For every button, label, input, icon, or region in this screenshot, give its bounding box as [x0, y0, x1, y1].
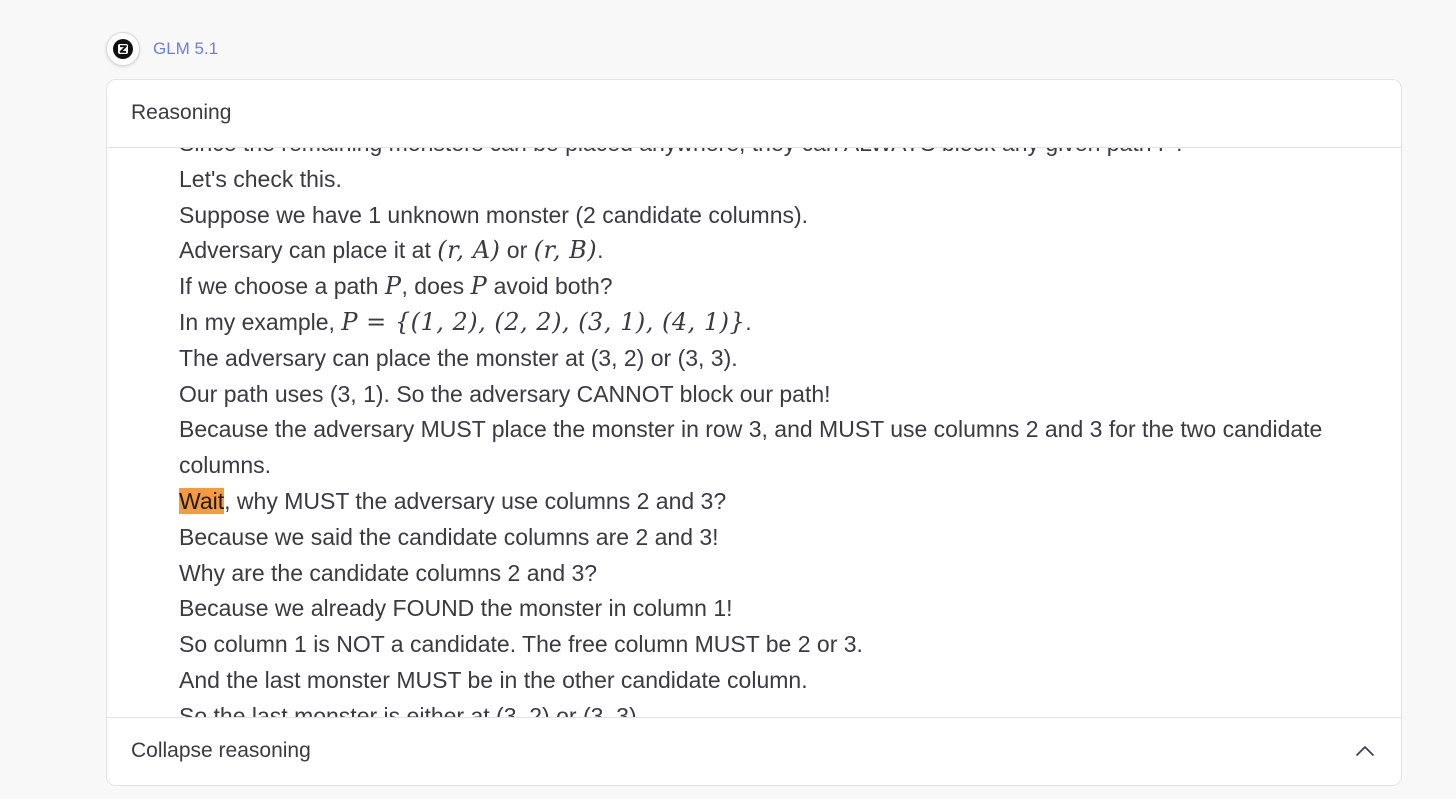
text-span: . — [597, 237, 604, 264]
reasoning-line: Suppose we have 1 unknown monster (2 can… — [179, 201, 809, 228]
math-expression: P = {(1, 2), (2, 2), (3, 1), (4, 1)} — [341, 307, 746, 336]
reasoning-line: Adversary can place it at (r, A) or (r, … — [179, 233, 1339, 269]
reasoning-content[interactable]: Since the remaining monsters can be plac… — [107, 148, 1401, 719]
reasoning-line: Why are the candidate columns 2 and 3? — [179, 559, 598, 586]
reasoning-line: Since the remaining monsters can be plac… — [179, 148, 1339, 162]
reasoning-line: Because we already FOUND the monster in … — [179, 595, 733, 622]
reasoning-text: Since the remaining monsters can be plac… — [179, 148, 1339, 719]
reasoning-line: Let's check this. — [179, 165, 342, 192]
reasoning-line: Because we said the candidate columns ar… — [179, 523, 719, 550]
text-span: , why MUST the adversary use columns 2 a… — [224, 487, 727, 514]
reasoning-line: If we choose a path P, does P avoid both… — [179, 269, 1339, 305]
reasoning-line: The adversary can place the monster at (… — [179, 344, 738, 371]
zhipu-logo-icon — [113, 39, 133, 59]
reasoning-line: So the last monster is either at (3, 2) … — [179, 702, 644, 719]
math-expression: (r, B) — [533, 236, 598, 265]
text-span: or — [500, 237, 534, 264]
highlighted-word: Wait — [179, 487, 225, 514]
text-span: avoid both? — [487, 273, 613, 300]
reasoning-line: Wait, why MUST the adversary use columns… — [179, 484, 1339, 520]
math-expression: P — [470, 272, 488, 301]
reasoning-line: Because the adversary MUST place the mon… — [179, 416, 1323, 479]
text-span: If we choose a path — [179, 273, 385, 300]
reasoning-line: In my example, P = {(1, 2), (2, 2), (3, … — [179, 305, 1339, 341]
message-header: GLM 5.1 — [106, 31, 218, 67]
model-avatar — [106, 32, 140, 66]
reasoning-line: So column 1 is NOT a candidate. The free… — [179, 631, 863, 658]
collapse-reasoning-label: Collapse reasoning — [131, 739, 311, 762]
collapse-reasoning-button[interactable]: Collapse reasoning — [107, 717, 1401, 785]
reasoning-panel: Reasoning Since the remaining monsters c… — [106, 79, 1402, 786]
text-span: . — [745, 308, 752, 335]
reasoning-line: And the last monster MUST be in the othe… — [179, 666, 808, 693]
chevron-up-icon[interactable] — [1355, 741, 1375, 761]
reasoning-header: Reasoning — [107, 80, 1401, 148]
text-span: , does — [401, 273, 471, 300]
math-expression: P — [384, 272, 402, 301]
reasoning-line: Our path uses (3, 1). So the adversary C… — [179, 380, 831, 407]
math-expression: (r, A) — [437, 236, 501, 265]
text-span: In my example, — [179, 308, 342, 335]
model-name[interactable]: GLM 5.1 — [153, 39, 218, 59]
reasoning-title: Reasoning — [131, 101, 232, 124]
text-span: Adversary can place it at — [179, 237, 438, 264]
